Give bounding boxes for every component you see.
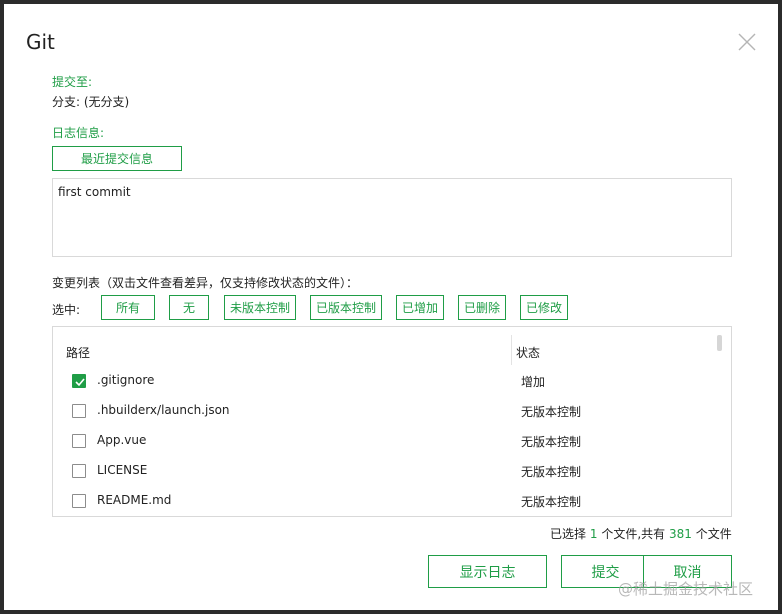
file-status: 无版本控制 (521, 405, 582, 419)
file-status: 无版本控制 (521, 435, 582, 449)
file-name: LICENSE (97, 463, 148, 477)
check-icon (75, 378, 85, 387)
dialog-title: Git (26, 30, 55, 54)
file-status: 增加 (521, 375, 546, 389)
selection-summary: 已选择 1 个文件,共有 381 个文件 (550, 525, 732, 542)
filter-modified-button[interactable]: 已修改 (520, 295, 568, 320)
filter-unversioned-button[interactable]: 未版本控制 (224, 295, 296, 320)
file-status: 无版本控制 (521, 495, 582, 509)
change-list-label: 变更列表（双击文件查看差异，仅支持修改状态的文件）： (52, 276, 359, 290)
file-checkbox[interactable] (72, 434, 86, 448)
file-name: .gitignore (97, 373, 155, 387)
commit-to-label: 提交至: (52, 75, 93, 89)
select-label: 选中: (52, 303, 81, 317)
file-name: .hbuilderx/launch.json (97, 403, 230, 417)
total-count: 381 (668, 527, 692, 541)
summary-prefix: 已选择 (550, 527, 587, 541)
file-status: 无版本控制 (521, 465, 582, 479)
recent-commit-message-button[interactable]: 最近提交信息 (52, 146, 182, 171)
column-divider[interactable] (511, 335, 512, 365)
close-icon[interactable] (737, 32, 757, 52)
file-row[interactable]: README.md 无版本控制 (53, 487, 713, 516)
filter-deleted-button[interactable]: 已删除 (458, 295, 506, 320)
summary-suffix: 个文件 (695, 527, 732, 541)
file-name: README.md (97, 493, 172, 507)
branch-info: 分支: (无分支) (52, 95, 130, 109)
file-row[interactable]: LICENSE 无版本控制 (53, 457, 713, 487)
file-row[interactable]: .gitignore 增加 (53, 367, 713, 397)
file-checkbox[interactable] (72, 374, 86, 388)
file-checkbox[interactable] (72, 464, 86, 478)
scrollbar-thumb[interactable] (717, 335, 722, 351)
file-checkbox[interactable] (72, 494, 86, 508)
selected-count: 1 (589, 527, 598, 541)
file-checkbox[interactable] (72, 404, 86, 418)
commit-message-textarea[interactable]: first commit (52, 178, 732, 257)
column-header-status[interactable]: 状态 (516, 344, 540, 361)
git-commit-dialog: Git 提交至: 分支: (无分支) 日志信息: 最近提交信息 first co… (4, 4, 778, 610)
file-list: 路径 状态 .gitignore 增加 .hbuilderx/launch.js… (52, 326, 732, 517)
show-log-button[interactable]: 显示日志 (428, 555, 547, 588)
filter-versioned-button[interactable]: 已版本控制 (310, 295, 382, 320)
summary-middle: 个文件,共有 (601, 527, 666, 541)
filter-none-button[interactable]: 无 (169, 295, 209, 320)
filter-all-button[interactable]: 所有 (101, 295, 155, 320)
log-label: 日志信息: (52, 126, 105, 140)
filter-added-button[interactable]: 已增加 (396, 295, 444, 320)
file-name: App.vue (97, 433, 147, 447)
file-row[interactable]: .hbuilderx/launch.json 无版本控制 (53, 397, 713, 427)
watermark: @稀土掘金技术社区 (618, 580, 754, 598)
column-header-path[interactable]: 路径 (66, 344, 90, 361)
file-row[interactable]: App.vue 无版本控制 (53, 427, 713, 457)
